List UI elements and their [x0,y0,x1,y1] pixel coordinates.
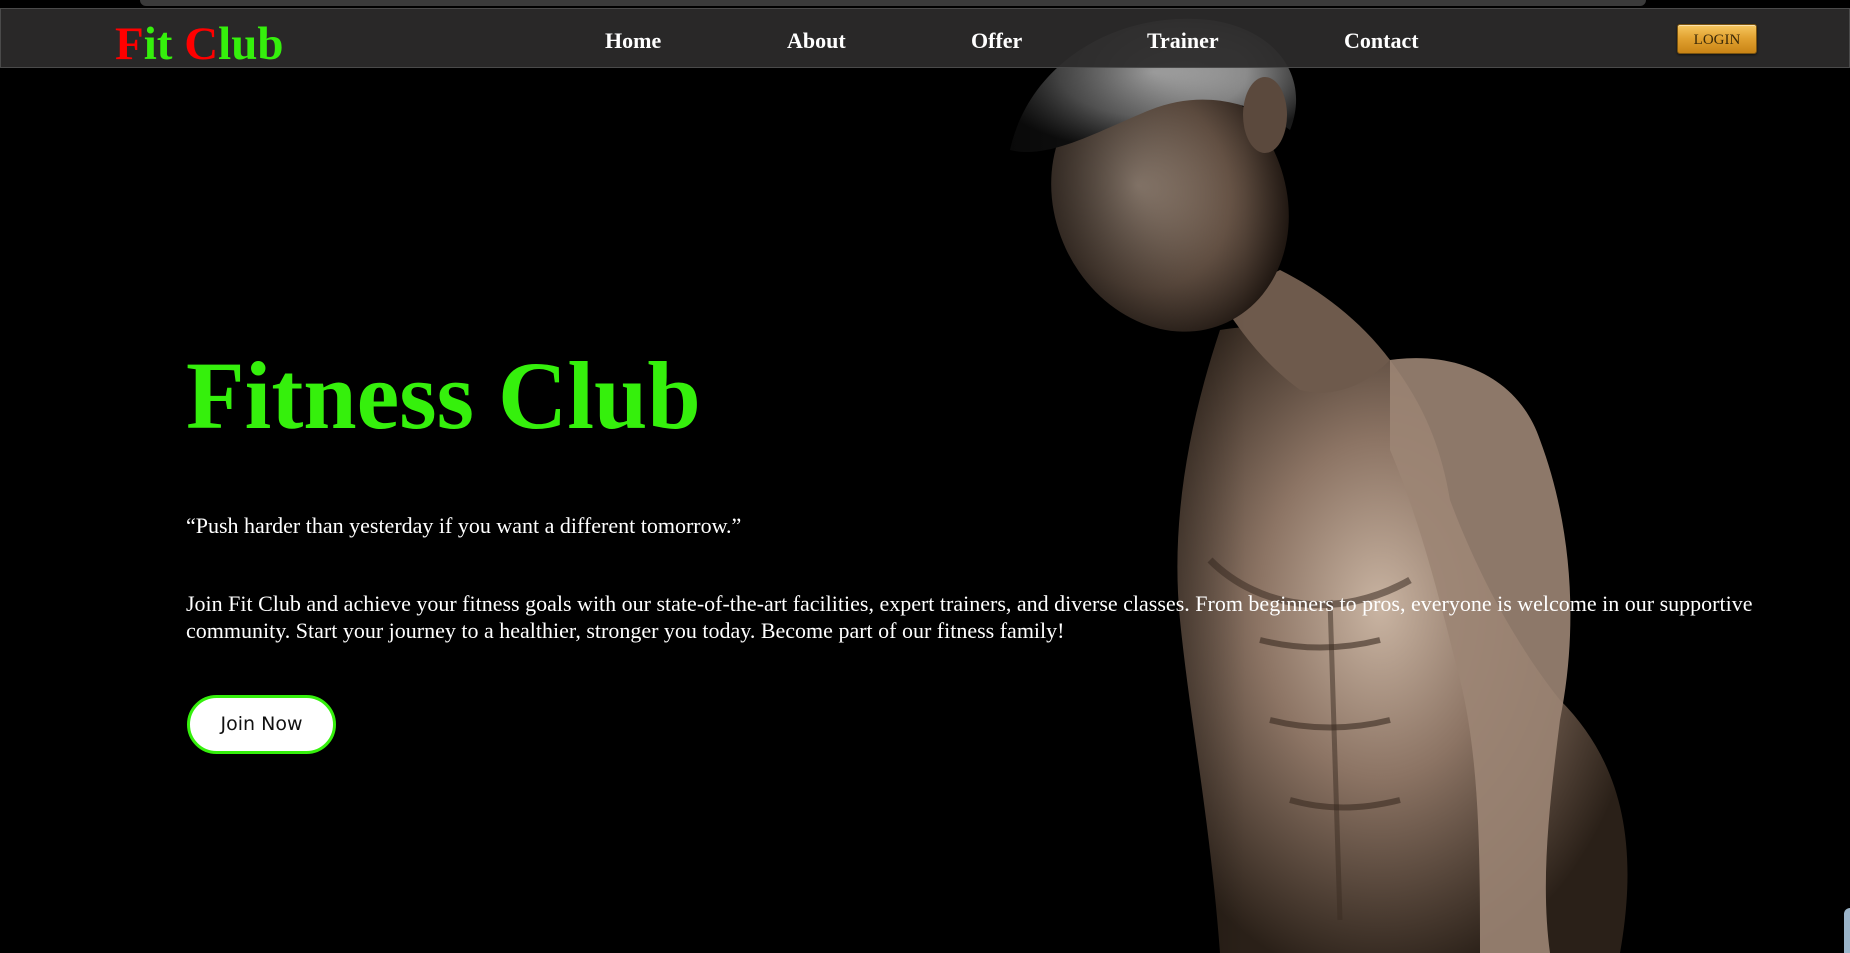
brand-letter-c: C [184,18,219,70]
browser-top-strip [140,0,1646,6]
nav-about[interactable]: About [787,28,846,54]
brand-logo[interactable]: Fit Club [115,21,283,68]
brand-letter-f: F [115,18,144,70]
hero-quote: “Push harder than yesterday if you want … [186,513,742,538]
nav-trainer[interactable]: Trainer [1147,28,1219,54]
login-button[interactable]: LOGIN [1677,24,1757,54]
brand-text-it: it [143,18,185,70]
brand-text-lub: lub [218,18,284,70]
join-now-button[interactable]: Join Now [187,695,336,754]
landing-page: Fit Club Home About Offer Trainer Contac… [0,0,1850,953]
nav-home[interactable]: Home [605,28,661,54]
hero-description: Join Fit Club and achieve your fitness g… [186,591,1753,643]
hero-athlete-image [920,0,1850,953]
navbar: Fit Club Home About Offer Trainer Contac… [0,8,1850,68]
nav-offer[interactable]: Offer [971,28,1022,54]
nav-contact[interactable]: Contact [1344,28,1419,54]
scrollbar-handle[interactable] [1844,908,1850,953]
hero-title: Fitness Club [186,342,701,449]
